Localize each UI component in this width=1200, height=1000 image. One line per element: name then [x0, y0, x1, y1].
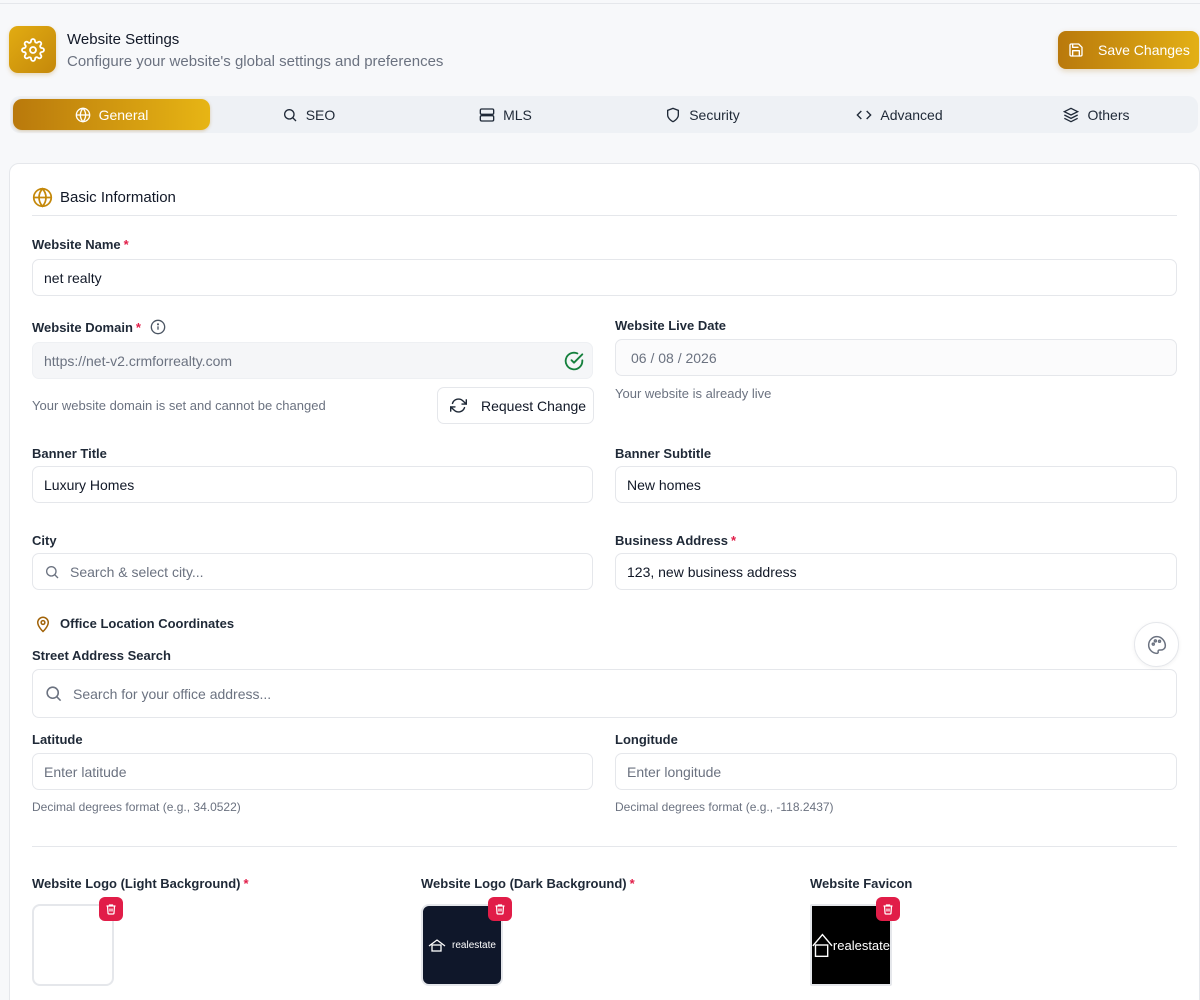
save-changes-label: Save Changes — [1098, 42, 1190, 58]
trash-icon — [106, 904, 116, 915]
settings-gear-icon — [9, 26, 56, 73]
logo-light-label: Website Logo (Light Background) * — [32, 876, 249, 891]
tab-seo-label: SEO — [305, 106, 336, 123]
longitude-help-text: Decimal degrees format (e.g., -118.2437) — [615, 800, 834, 814]
map-pin-icon — [36, 616, 50, 633]
layers-icon — [1063, 107, 1080, 122]
page-subtitle: Configure your website's global settings… — [67, 53, 444, 70]
house-logo-icon — [812, 933, 833, 958]
live-date-help-text: Your website is already live — [615, 386, 772, 401]
tab-advanced[interactable]: Advanced — [801, 99, 998, 130]
latitude-label: Latitude — [32, 732, 83, 747]
city-search-input[interactable]: Search & select city... — [32, 553, 593, 590]
save-changes-button[interactable]: Save Changes — [1058, 31, 1199, 69]
favicon-text: realestate — [832, 937, 890, 953]
banner-subtitle-label: Banner Subtitle — [615, 446, 712, 461]
tab-mls[interactable]: MLS — [407, 99, 604, 130]
business-address-input[interactable]: 123, new business address — [615, 553, 1177, 590]
tab-security-label: Security — [689, 106, 740, 123]
city-label: City — [32, 533, 57, 548]
top-divider — [0, 3, 1200, 4]
domain-help-text: Your website domain is set and cannot be… — [32, 398, 326, 413]
live-date-label: Website Live Date — [615, 318, 727, 333]
delete-logo-light-button[interactable] — [99, 897, 123, 921]
latitude-input[interactable]: Enter latitude — [32, 753, 593, 790]
search-icon — [46, 565, 59, 578]
search-icon — [46, 686, 62, 702]
trash-icon — [883, 904, 893, 915]
shield-icon — [667, 107, 680, 122]
theme-palette-button[interactable] — [1134, 622, 1179, 667]
banner-title-label: Banner Title — [32, 446, 107, 461]
latitude-help-text: Decimal degrees format (e.g., 34.0522) — [32, 800, 241, 814]
logo-dark-text: realestate — [452, 939, 496, 951]
info-icon[interactable] — [150, 319, 166, 335]
trash-icon — [495, 904, 505, 915]
banner-subtitle-input[interactable]: New homes — [615, 466, 1177, 503]
website-name-input[interactable]: net realty — [32, 259, 1177, 296]
logo-dark-label: Website Logo (Dark Background) * — [421, 876, 635, 891]
tab-seo[interactable]: SEO — [210, 99, 407, 130]
tab-others-label: Others — [1087, 106, 1130, 123]
website-domain-input: https://net-v2.crmforrealty.com — [32, 342, 593, 379]
globe-icon — [32, 187, 53, 208]
globe-icon — [75, 106, 90, 123]
settings-card: Basic Information Website Name * net real… — [9, 163, 1200, 1000]
settings-tabs: General SEO MLS Security Advanced Others — [10, 96, 1198, 133]
street-address-label: Street Address Search — [32, 648, 171, 663]
search-icon — [283, 108, 297, 121]
code-icon — [856, 110, 872, 119]
business-address-label: Business Address * — [615, 533, 737, 548]
tab-security[interactable]: Security — [604, 99, 801, 130]
request-change-label: Request Change — [481, 397, 587, 414]
tab-others[interactable]: Others — [998, 99, 1195, 130]
website-name-label: Website Name * — [32, 237, 129, 252]
house-logo-icon — [428, 939, 446, 952]
live-date-input[interactable]: 06 / 08 / 2026 — [615, 339, 1177, 376]
delete-logo-dark-button[interactable] — [488, 897, 512, 921]
banner-title-input[interactable]: Luxury Homes — [32, 466, 593, 503]
save-icon — [1069, 43, 1083, 57]
tab-advanced-label: Advanced — [880, 106, 943, 123]
favicon-label: Website Favicon — [810, 876, 913, 891]
refresh-icon — [450, 398, 467, 413]
section-divider — [32, 215, 1177, 216]
website-domain-label: Website Domain * — [32, 319, 166, 335]
tab-general[interactable]: General — [13, 99, 210, 130]
delete-favicon-button[interactable] — [876, 897, 900, 921]
page-title: Website Settings — [67, 31, 180, 48]
server-icon — [479, 107, 495, 122]
office-location-title: Office Location Coordinates — [60, 616, 235, 631]
longitude-input[interactable]: Enter longitude — [615, 753, 1177, 790]
section-title-basic-info: Basic Information — [60, 189, 176, 206]
palette-icon — [1147, 635, 1166, 654]
tab-general-label: General — [98, 106, 149, 123]
section-divider — [32, 846, 1177, 847]
street-address-search-input[interactable]: Search for your office address... — [32, 669, 1177, 718]
request-change-button[interactable]: Request Change — [437, 387, 594, 424]
tab-mls-label: MLS — [503, 106, 532, 123]
check-circle-icon — [564, 351, 584, 371]
longitude-label: Longitude — [615, 732, 678, 747]
